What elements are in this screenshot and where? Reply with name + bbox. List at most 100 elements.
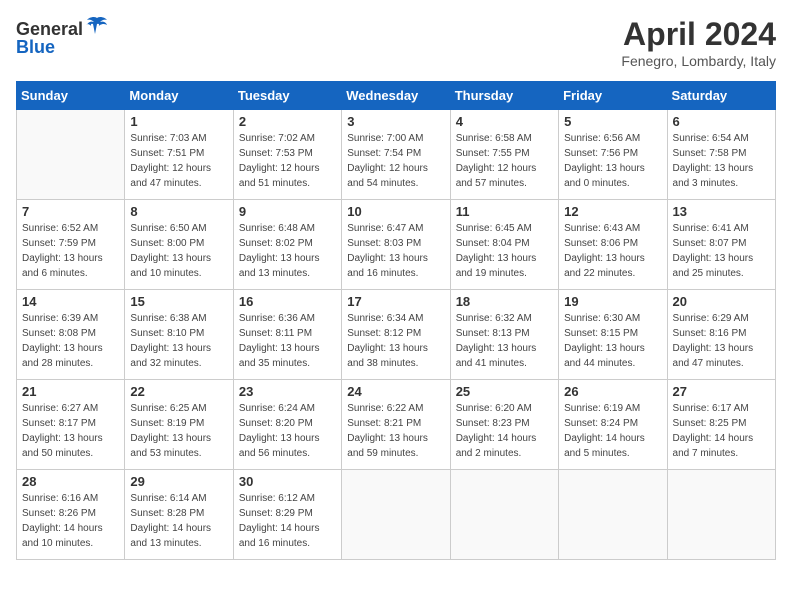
table-row: 29 Sunrise: 6:14 AM Sunset: 8:28 PM Dayli… [125, 470, 233, 560]
day-number: 7 [22, 204, 119, 219]
day-number: 2 [239, 114, 336, 129]
day-info: Sunrise: 6:38 AM Sunset: 8:10 PM Dayligh… [130, 311, 227, 371]
page-header: General Blue April 2024 Fenegro, Lombard… [16, 16, 776, 69]
table-row [667, 470, 775, 560]
week-row-1: 1 Sunrise: 7:03 AM Sunset: 7:51 PM Daylig… [17, 110, 776, 200]
day-number: 13 [673, 204, 770, 219]
day-info: Sunrise: 6:14 AM Sunset: 8:28 PM Dayligh… [130, 491, 227, 551]
table-row: 24 Sunrise: 6:22 AM Sunset: 8:21 PM Dayli… [342, 380, 450, 470]
table-row [17, 110, 125, 200]
day-info: Sunrise: 6:29 AM Sunset: 8:16 PM Dayligh… [673, 311, 770, 371]
table-row: 21 Sunrise: 6:27 AM Sunset: 8:17 PM Dayli… [17, 380, 125, 470]
day-number: 12 [564, 204, 661, 219]
day-info: Sunrise: 6:47 AM Sunset: 8:03 PM Dayligh… [347, 221, 444, 281]
day-number: 15 [130, 294, 227, 309]
day-info: Sunrise: 6:24 AM Sunset: 8:20 PM Dayligh… [239, 401, 336, 461]
table-row: 28 Sunrise: 6:16 AM Sunset: 8:26 PM Dayli… [17, 470, 125, 560]
table-row: 17Sunrise: 6:34 AM Sunset: 8:12 PM Dayli… [342, 290, 450, 380]
day-info: Sunrise: 6:54 AM Sunset: 7:58 PM Dayligh… [673, 131, 770, 191]
logo: General Blue [16, 16, 109, 58]
table-row: 2Sunrise: 7:02 AM Sunset: 7:53 PM Daylig… [233, 110, 341, 200]
col-wednesday: Wednesday [342, 82, 450, 110]
calendar-header-row: Sunday Monday Tuesday Wednesday Thursday… [17, 82, 776, 110]
location-subtitle: Fenegro, Lombardy, Italy [621, 53, 776, 69]
table-row: 1 Sunrise: 7:03 AM Sunset: 7:51 PM Daylig… [125, 110, 233, 200]
day-number: 8 [130, 204, 227, 219]
day-info: Sunrise: 6:20 AM Sunset: 8:23 PM Dayligh… [456, 401, 553, 461]
table-row: 6 Sunrise: 6:54 AM Sunset: 7:58 PM Daylig… [667, 110, 775, 200]
day-number: 5 [564, 114, 661, 129]
day-number: 30 [239, 474, 336, 489]
day-number: 9 [239, 204, 336, 219]
col-friday: Friday [559, 82, 667, 110]
table-row: 4 Sunrise: 6:58 AM Sunset: 7:55 PM Daylig… [450, 110, 558, 200]
table-row: 14 Sunrise: 6:39 AM Sunset: 8:08 PM Dayli… [17, 290, 125, 380]
day-number: 22 [130, 384, 227, 399]
logo-blue: Blue [16, 37, 55, 58]
day-number: 24 [347, 384, 444, 399]
day-number: 10 [347, 204, 444, 219]
table-row: 20 Sunrise: 6:29 AM Sunset: 8:16 PM Dayli… [667, 290, 775, 380]
week-row-5: 28 Sunrise: 6:16 AM Sunset: 8:26 PM Dayli… [17, 470, 776, 560]
day-number: 25 [456, 384, 553, 399]
day-info: Sunrise: 6:43 AM Sunset: 8:06 PM Dayligh… [564, 221, 661, 281]
table-row: 26 Sunrise: 6:19 AM Sunset: 8:24 PM Dayli… [559, 380, 667, 470]
table-row: 3Sunrise: 7:00 AM Sunset: 7:54 PM Daylig… [342, 110, 450, 200]
table-row: 9Sunrise: 6:48 AM Sunset: 8:02 PM Daylig… [233, 200, 341, 290]
col-tuesday: Tuesday [233, 82, 341, 110]
table-row [450, 470, 558, 560]
day-info: Sunrise: 6:22 AM Sunset: 8:21 PM Dayligh… [347, 401, 444, 461]
day-info: Sunrise: 6:34 AM Sunset: 8:12 PM Dayligh… [347, 311, 444, 371]
table-row: 8Sunrise: 6:50 AM Sunset: 8:00 PM Daylig… [125, 200, 233, 290]
day-info: Sunrise: 6:36 AM Sunset: 8:11 PM Dayligh… [239, 311, 336, 371]
day-info: Sunrise: 6:16 AM Sunset: 8:26 PM Dayligh… [22, 491, 119, 551]
day-number: 6 [673, 114, 770, 129]
day-info: Sunrise: 6:19 AM Sunset: 8:24 PM Dayligh… [564, 401, 661, 461]
table-row: 27 Sunrise: 6:17 AM Sunset: 8:25 PM Dayli… [667, 380, 775, 470]
day-number: 21 [22, 384, 119, 399]
day-number: 11 [456, 204, 553, 219]
month-title: April 2024 [621, 16, 776, 53]
table-row: 22 Sunrise: 6:25 AM Sunset: 8:19 PM Dayli… [125, 380, 233, 470]
table-row [559, 470, 667, 560]
table-row: 7 Sunrise: 6:52 AM Sunset: 7:59 PM Daylig… [17, 200, 125, 290]
table-row: 18Sunrise: 6:32 AM Sunset: 8:13 PM Dayli… [450, 290, 558, 380]
day-number: 29 [130, 474, 227, 489]
day-info: Sunrise: 6:25 AM Sunset: 8:19 PM Dayligh… [130, 401, 227, 461]
day-number: 4 [456, 114, 553, 129]
day-number: 28 [22, 474, 119, 489]
logo-bird-icon [85, 16, 109, 38]
day-info: Sunrise: 6:56 AM Sunset: 7:56 PM Dayligh… [564, 131, 661, 191]
day-number: 20 [673, 294, 770, 309]
day-number: 14 [22, 294, 119, 309]
day-info: Sunrise: 6:17 AM Sunset: 8:25 PM Dayligh… [673, 401, 770, 461]
table-row: 16Sunrise: 6:36 AM Sunset: 8:11 PM Dayli… [233, 290, 341, 380]
table-row: 12 Sunrise: 6:43 AM Sunset: 8:06 PM Dayli… [559, 200, 667, 290]
week-row-2: 7 Sunrise: 6:52 AM Sunset: 7:59 PM Daylig… [17, 200, 776, 290]
col-sunday: Sunday [17, 82, 125, 110]
col-thursday: Thursday [450, 82, 558, 110]
day-number: 27 [673, 384, 770, 399]
day-number: 23 [239, 384, 336, 399]
day-info: Sunrise: 6:45 AM Sunset: 8:04 PM Dayligh… [456, 221, 553, 281]
table-row: 15 Sunrise: 6:38 AM Sunset: 8:10 PM Dayli… [125, 290, 233, 380]
day-info: Sunrise: 7:03 AM Sunset: 7:51 PM Dayligh… [130, 131, 227, 191]
day-info: Sunrise: 6:52 AM Sunset: 7:59 PM Dayligh… [22, 221, 119, 281]
table-row: 5 Sunrise: 6:56 AM Sunset: 7:56 PM Daylig… [559, 110, 667, 200]
week-row-4: 21 Sunrise: 6:27 AM Sunset: 8:17 PM Dayli… [17, 380, 776, 470]
day-number: 1 [130, 114, 227, 129]
table-row: 10 Sunrise: 6:47 AM Sunset: 8:03 PM Dayli… [342, 200, 450, 290]
table-row [342, 470, 450, 560]
table-row: 25 Sunrise: 6:20 AM Sunset: 8:23 PM Dayli… [450, 380, 558, 470]
day-info: Sunrise: 6:58 AM Sunset: 7:55 PM Dayligh… [456, 131, 553, 191]
table-row: 19Sunrise: 6:30 AM Sunset: 8:15 PM Dayli… [559, 290, 667, 380]
day-info: Sunrise: 6:12 AM Sunset: 8:29 PM Dayligh… [239, 491, 336, 551]
day-info: Sunrise: 6:41 AM Sunset: 8:07 PM Dayligh… [673, 221, 770, 281]
title-area: April 2024 Fenegro, Lombardy, Italy [621, 16, 776, 69]
day-info: Sunrise: 6:39 AM Sunset: 8:08 PM Dayligh… [22, 311, 119, 371]
day-number: 18 [456, 294, 553, 309]
day-info: Sunrise: 6:27 AM Sunset: 8:17 PM Dayligh… [22, 401, 119, 461]
day-number: 26 [564, 384, 661, 399]
week-row-3: 14 Sunrise: 6:39 AM Sunset: 8:08 PM Dayli… [17, 290, 776, 380]
day-number: 3 [347, 114, 444, 129]
